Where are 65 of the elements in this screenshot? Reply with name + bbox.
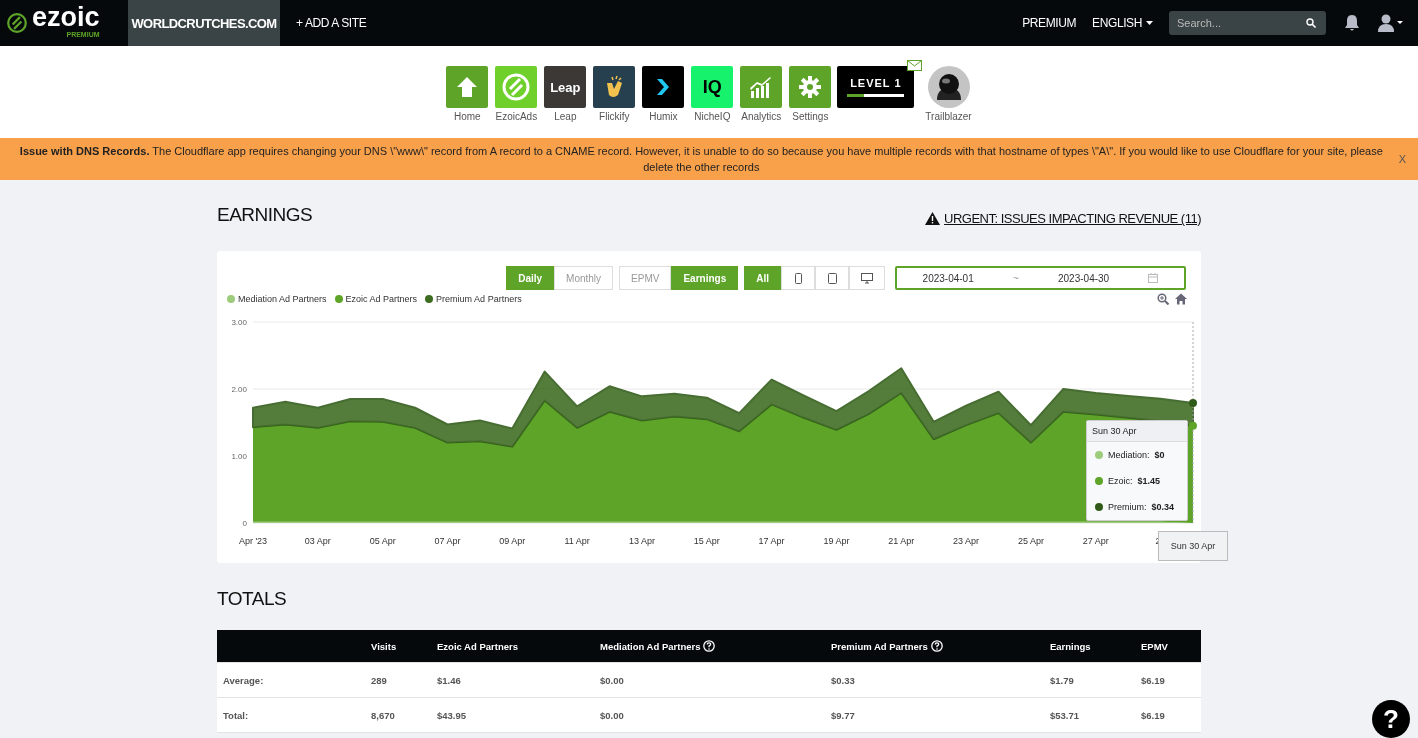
app-label: Leap bbox=[554, 111, 577, 122]
axis-label: 19 Apr bbox=[823, 536, 850, 546]
table-cell: $53.71 bbox=[1050, 709, 1080, 721]
section-title: EARNINGS bbox=[217, 204, 313, 226]
axis-label: 09 Apr bbox=[499, 536, 526, 546]
tooltip-value: $0 bbox=[1154, 450, 1165, 460]
table-cell: $9.77 bbox=[831, 709, 855, 721]
axis-label: 05 Apr bbox=[369, 536, 396, 546]
axis-label: 15 Apr bbox=[693, 536, 720, 546]
crosshair-date-label: Sun 30 Apr bbox=[1158, 531, 1228, 561]
column-header: Ezoic Ad Partners bbox=[437, 640, 518, 652]
table-cell: $1.79 bbox=[1050, 674, 1074, 686]
app-label: NicheIQ bbox=[694, 111, 731, 122]
table-cell: $0.33 bbox=[831, 674, 855, 686]
table-cell: $6.19 bbox=[1141, 674, 1165, 686]
range-separator: ~ bbox=[1012, 272, 1019, 284]
tooltip-value: $1.45 bbox=[1137, 476, 1161, 486]
table-cell: $0.00 bbox=[600, 709, 624, 721]
app-label: Analytics bbox=[741, 111, 782, 122]
axis-label: 23 Apr bbox=[953, 536, 980, 546]
section-title: TOTALS bbox=[217, 588, 288, 610]
axis-label: 3.00 bbox=[231, 318, 247, 327]
table-cell: Average: bbox=[223, 674, 264, 686]
tile-logo-text: IQ bbox=[702, 76, 722, 98]
tooltip-label: Ezoic: bbox=[1108, 476, 1133, 486]
app-label: Home bbox=[454, 111, 481, 122]
axis-label: Apr '23 bbox=[238, 536, 268, 546]
axis-label: 21 Apr bbox=[888, 536, 915, 546]
axis-label: 25 Apr bbox=[1017, 536, 1044, 546]
table-cell: Total: bbox=[223, 709, 249, 721]
table-cell: $43.95 bbox=[437, 709, 467, 721]
level-text: LEVEL 1 bbox=[850, 77, 902, 89]
tooltip-label: Premium: bbox=[1108, 502, 1147, 512]
tile-logo-text: Leap bbox=[550, 79, 581, 95]
axis-label: 27 Apr bbox=[1082, 536, 1109, 546]
column-header: Mediation Ad Partners bbox=[600, 640, 701, 652]
axis-label: 2.00 bbox=[231, 385, 247, 394]
axis-label: 11 Apr bbox=[564, 536, 590, 546]
axis-label: 13 Apr bbox=[628, 536, 655, 546]
table-cell: $1.46 bbox=[437, 674, 461, 686]
table-cell: 8,670 bbox=[371, 709, 395, 721]
column-header: EPMV bbox=[1141, 640, 1168, 652]
axis-label: 1.00 bbox=[231, 452, 247, 461]
app-label: Settings bbox=[792, 111, 829, 122]
axis-label: 07 Apr bbox=[434, 536, 461, 546]
table-cell: $6.19 bbox=[1141, 709, 1165, 721]
app-label: EzoicAds bbox=[495, 111, 538, 122]
tooltip-value: $0.34 bbox=[1151, 502, 1175, 512]
axis-label: 17 Apr bbox=[758, 536, 785, 546]
start-date: 2023-04-01 bbox=[922, 272, 974, 284]
app-label: Humix bbox=[649, 111, 678, 122]
axis-label: 03 Apr bbox=[304, 536, 331, 546]
app-label: Flickify bbox=[599, 111, 630, 122]
table-cell: $0.00 bbox=[600, 674, 624, 686]
end-date: 2023-04-30 bbox=[1058, 272, 1110, 284]
column-header: Earnings bbox=[1050, 640, 1091, 652]
column-header: Visits bbox=[371, 640, 397, 652]
tooltip-label: Mediation: bbox=[1108, 450, 1150, 460]
dns-warning-text: Issue with DNS Records. The Cloudflare app requires changing your DNS \"www\" record from A record to a CNAME record. However, it is unable to do so because you have multiple records with that hostname of types \"A\". If you would like to use Cloudflare for your site, please delete the other records bbox=[18, 144, 1384, 175]
logo-text: ezoic bbox=[32, 4, 100, 31]
axis-label: 0 bbox=[242, 519, 247, 528]
tooltip-title: Sun 30 Apr bbox=[1087, 421, 1187, 442]
app-label: Trailblazer bbox=[925, 111, 972, 122]
column-header: Premium Ad Partners bbox=[831, 640, 928, 652]
table-cell: 289 bbox=[371, 674, 387, 686]
